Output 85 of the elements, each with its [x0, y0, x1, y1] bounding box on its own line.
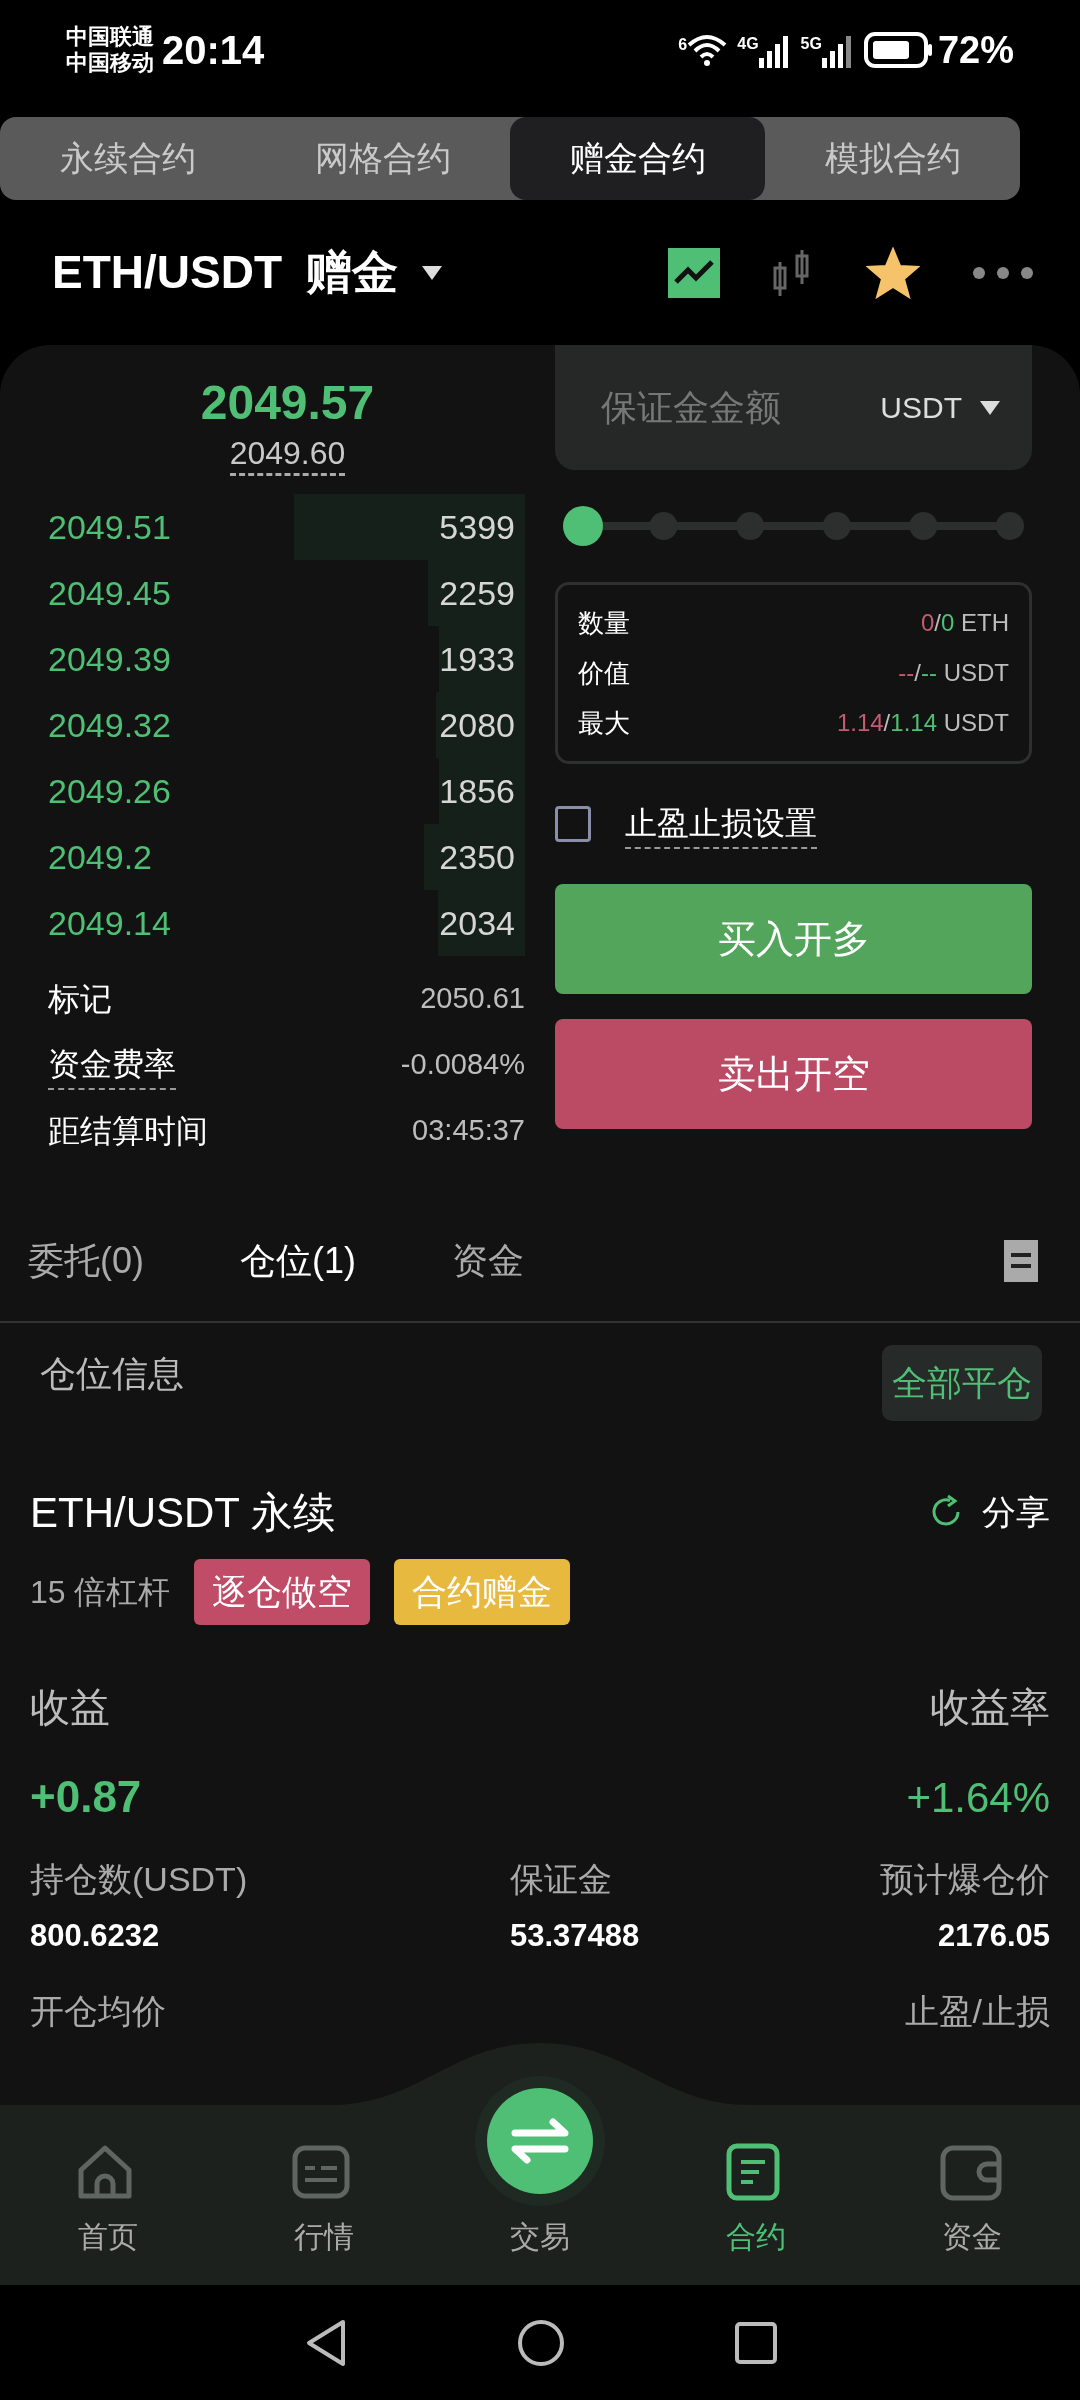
summary-label: 最大: [578, 706, 630, 740]
record-tab[interactable]: 委托(0): [28, 1234, 144, 1288]
nav-item[interactable]: 合约: [648, 2142, 864, 2285]
info-value: -0.0084%: [400, 1047, 525, 1083]
bid-price: 2049.45: [48, 572, 171, 614]
info-label[interactable]: 资金费率: [48, 1040, 176, 1090]
bid-amount: 2034: [438, 890, 525, 956]
position-tag: 合约赠金: [394, 1559, 571, 1625]
bid-amount: 2350: [424, 824, 525, 890]
swap-arrows-icon: [487, 2088, 593, 2194]
pair-selector[interactable]: ETH/USDT 赠金: [52, 238, 442, 307]
info-value: 2050.61: [420, 981, 525, 1017]
bid-amount: 1933: [439, 626, 525, 692]
wifi-label: 6: [678, 35, 688, 55]
position-symbol: ETH/USDT 永续: [30, 1487, 335, 1538]
index-price: 2049.60: [229, 433, 346, 476]
stat-value: 800.6232: [30, 1916, 161, 1955]
checkbox[interactable]: [555, 806, 591, 842]
bid-price: 2049.14: [48, 902, 171, 944]
share-button[interactable]: 分享: [928, 1486, 1050, 1538]
nav-item[interactable]: 首页: [0, 2142, 216, 2285]
leverage-label: 15 倍杠杆: [30, 1573, 171, 1612]
line-chart-icon[interactable]: [668, 247, 720, 298]
bid-price: 2049.39: [48, 638, 171, 680]
stat-label: 止盈/止损: [904, 1990, 1050, 2032]
bid-amount: 1856: [439, 758, 525, 824]
wifi-icon: [687, 33, 728, 67]
summary-label: 数量: [578, 606, 630, 640]
pnl-value: +0.87: [30, 1771, 143, 1823]
clock: 20:14: [162, 27, 265, 74]
recents-icon[interactable]: [735, 2321, 777, 2364]
bid-price: 2049.2: [48, 836, 152, 878]
bid-amount: 2259: [428, 560, 525, 626]
sell-short-button[interactable]: 卖出开空: [555, 1019, 1032, 1129]
network-type: 4G: [737, 34, 759, 54]
carrier-name: 中国联通: [66, 24, 154, 50]
summary-value: --/-- USDT: [898, 658, 1009, 688]
pnl-rate-label: 收益率: [929, 1684, 1050, 1731]
section-title: 仓位信息: [40, 1352, 184, 1396]
more-icon[interactable]: [972, 265, 1034, 280]
bid-price: 2049.51: [48, 506, 171, 548]
contract-tab[interactable]: 模拟合约: [765, 117, 1020, 200]
stop-settings-label: 止盈止损设置: [625, 799, 817, 849]
pnl-rate-value: +1.64%: [905, 1772, 1050, 1823]
home-button-icon[interactable]: [517, 2318, 565, 2367]
nav-item[interactable]: 资金: [864, 2142, 1080, 2285]
info-label: 距结算时间: [48, 1112, 208, 1151]
battery-level: 72%: [937, 27, 1014, 73]
record-tab[interactable]: 仓位(1): [240, 1234, 356, 1288]
pnl-label: 收益: [30, 1684, 111, 1731]
stat-label: 持仓数(USDT): [30, 1858, 249, 1900]
bid-price: 2049.32: [48, 704, 171, 746]
stat-value: 53.37488: [509, 1916, 641, 1955]
slider-track[interactable]: [563, 506, 1024, 546]
close-all-button[interactable]: 全部平仓: [882, 1345, 1042, 1421]
battery-icon: [863, 32, 934, 68]
bid-price: 2049.26: [48, 770, 171, 812]
nav-item[interactable]: 行情: [216, 2142, 432, 2285]
info-value: 03:45:37: [412, 1113, 525, 1149]
stat-label: 预计爆仓价: [879, 1858, 1050, 1900]
record-tab[interactable]: 资金: [452, 1234, 524, 1288]
stat-label: 保证金: [509, 1858, 613, 1900]
bid-amount: 2080: [436, 692, 525, 758]
contract-tab[interactable]: 永续合约: [0, 117, 255, 200]
margin-input-field[interactable]: 保证金金额 USDT: [555, 345, 1032, 470]
summary-value: 1.14/1.14 USDT: [836, 708, 1009, 738]
stat-value: 2176.05: [936, 1916, 1050, 1955]
star-icon[interactable]: [866, 246, 920, 299]
contract-tab[interactable]: 赠金合约: [510, 117, 765, 200]
carrier-name: 中国移动: [66, 50, 154, 76]
info-label: 标记: [48, 980, 112, 1019]
unit-selector[interactable]: USDT: [880, 385, 1000, 430]
position-tag: 逐仓做空: [194, 1559, 371, 1625]
stat-label: 开仓均价: [30, 1990, 166, 2032]
caret-down-icon: [980, 400, 1000, 415]
bid-amount: 5399: [294, 494, 525, 560]
list-icon[interactable]: [1004, 1240, 1038, 1282]
slider-thumb[interactable]: [563, 506, 603, 546]
network-type: 5G: [800, 34, 822, 54]
summary-value: 0/0 ETH: [920, 608, 1009, 638]
nav-item[interactable]: 交易: [432, 2076, 648, 2285]
summary-label: 价值: [578, 656, 630, 690]
contract-tab[interactable]: 网格合约: [255, 117, 510, 200]
caret-down-icon: [422, 265, 442, 280]
last-price: 2049.57: [200, 375, 375, 431]
